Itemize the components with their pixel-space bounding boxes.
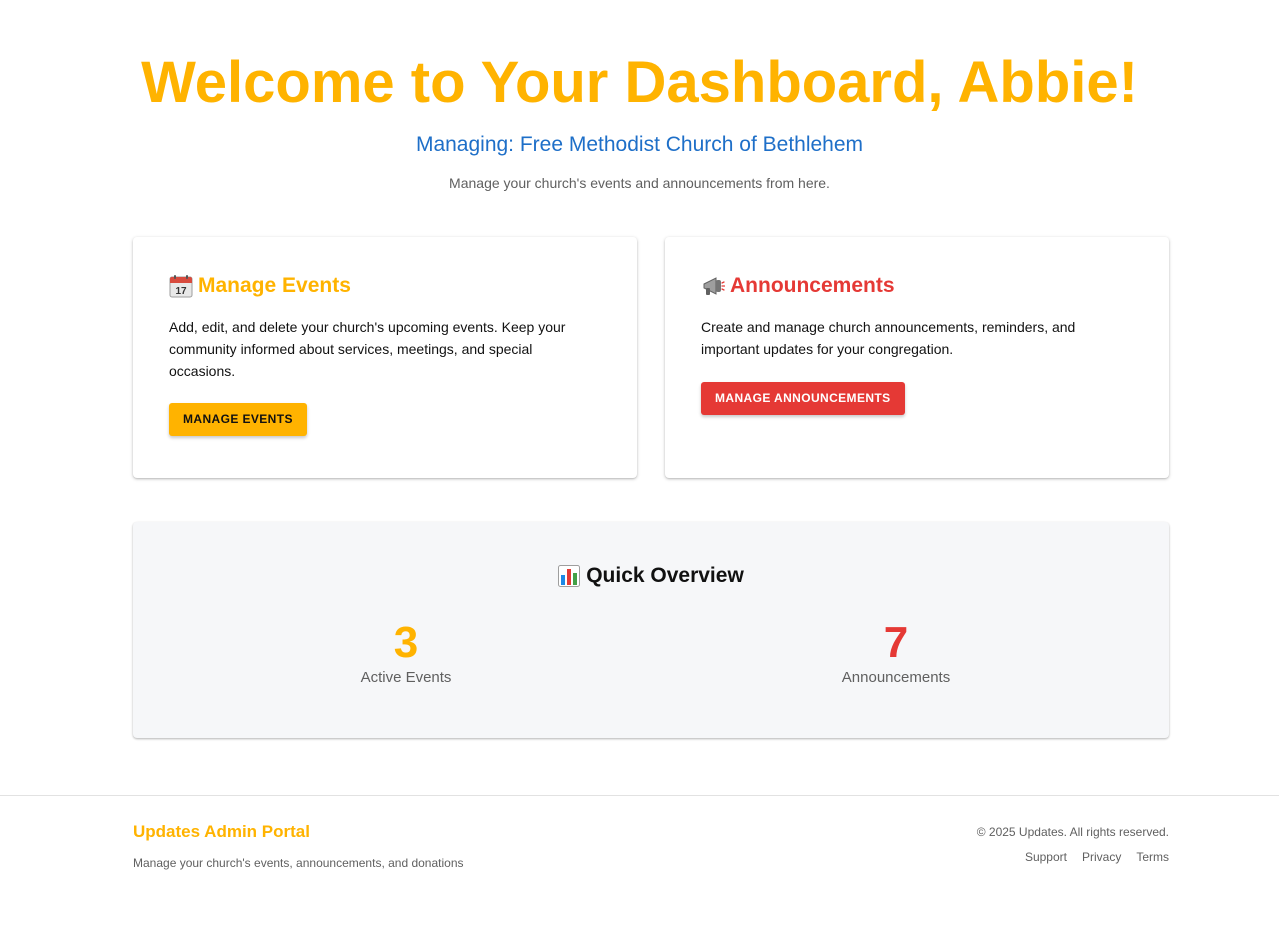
hero-description: Manage your church's events and announce… — [449, 175, 830, 191]
dashboard-page: Welcome to Your Dashboard, Abbie! Managi… — [0, 0, 1279, 933]
announcements-description: Create and manage church announcements, … — [701, 319, 1076, 357]
footer-tagline: Manage your church's events, announcemen… — [133, 856, 464, 870]
announcements-title: Announcements — [701, 272, 1133, 300]
manage-announcements-button[interactable]: MANAGE ANNOUNCEMENTS — [701, 382, 905, 415]
quick-overview-title-text: Quick Overview — [586, 564, 744, 587]
footer-copyright: © 2025 Updates. All rights reserved. — [976, 825, 1169, 839]
manage-events-button[interactable]: MANAGE EVENTS — [169, 403, 307, 436]
active-events-count: 3 — [393, 618, 419, 667]
page-title: Welcome to Your Dashboard, Abbie! — [141, 50, 1138, 115]
calendar-icon: 17 — [169, 274, 193, 298]
hero-section: Welcome to Your Dashboard, Abbie! Managi… — [0, 0, 1279, 192]
megaphone-icon — [701, 274, 726, 298]
announcements-stat: 7 Announcements — [796, 618, 996, 687]
manage-events-description: Add, edit, and delete your church's upco… — [169, 319, 566, 379]
managing-church-subtitle: Managing: Free Methodist Church of Bethl… — [415, 133, 864, 156]
manage-events-card: 17 Manage Events Add, edit, and delete y… — [133, 237, 637, 478]
manage-events-title-text: Manage Events — [198, 274, 351, 297]
footer: Updates Admin Portal Manage your church'… — [0, 795, 1279, 870]
manage-events-title: 17 Manage Events — [169, 272, 601, 300]
footer-link-support[interactable]: Support — [1025, 850, 1067, 864]
announcements-count: 7 — [883, 618, 909, 667]
action-cards: 17 Manage Events Add, edit, and delete y… — [133, 237, 1169, 478]
bar-chart-icon — [558, 565, 581, 587]
footer-link-terms[interactable]: Terms — [1136, 850, 1169, 864]
announcements-card: Announcements Create and manage church a… — [665, 237, 1169, 478]
quick-overview-panel: Quick Overview 3 Active Events 7 Announc… — [133, 522, 1169, 738]
quick-overview-title: Quick Overview — [133, 564, 1169, 588]
footer-brand: Updates Admin Portal — [133, 822, 310, 841]
announcements-stat-label: Announcements — [841, 669, 951, 686]
footer-links: Support Privacy Terms — [1025, 850, 1169, 864]
svg-text:17: 17 — [175, 286, 187, 297]
active-events-stat: 3 Active Events — [306, 618, 506, 687]
active-events-label: Active Events — [360, 669, 452, 686]
announcements-title-text: Announcements — [730, 274, 895, 297]
footer-link-privacy[interactable]: Privacy — [1082, 850, 1121, 864]
